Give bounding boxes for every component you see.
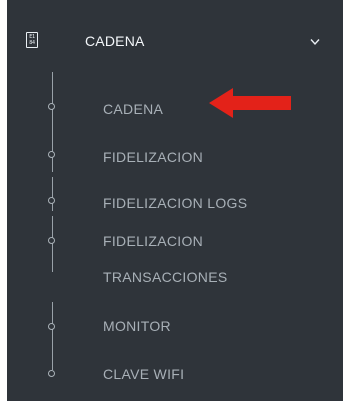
tree-node-bullet-icon (48, 197, 55, 204)
tree-node-bullet-icon (48, 323, 55, 330)
menu-item-label: FIDELIZACION (103, 149, 204, 165)
menu-group-header-cadena[interactable]: E1 84 CADENA (7, 14, 343, 68)
tree-node-bullet-icon (48, 370, 55, 377)
chevron-down-icon[interactable] (310, 38, 320, 46)
sidebar-menu-panel: E1 84 CADENA CADENA FIDELIZACION FIDELIZ… (7, 0, 343, 401)
menu-item-label: CLAVE WIFI (103, 366, 185, 382)
menu-item-label: CADENA (103, 101, 164, 117)
tree-connector-line (52, 177, 53, 211)
menu-item-label: FIDELIZACION TRANSACCIONES (103, 233, 228, 285)
module-grid-icon: E1 84 (26, 32, 38, 48)
tree-connector-line (52, 302, 53, 370)
menu-group-label: CADENA (85, 33, 145, 49)
menu-item-label: FIDELIZACION LOGS (103, 195, 248, 211)
tree-node-bullet-icon (48, 103, 55, 110)
red-arrow-icon (209, 88, 291, 118)
menu-item-label: MONITOR (103, 318, 171, 334)
tree-node-bullet-icon (48, 237, 55, 244)
tree-node-bullet-icon (48, 151, 55, 158)
tree-connector-line (52, 216, 53, 272)
